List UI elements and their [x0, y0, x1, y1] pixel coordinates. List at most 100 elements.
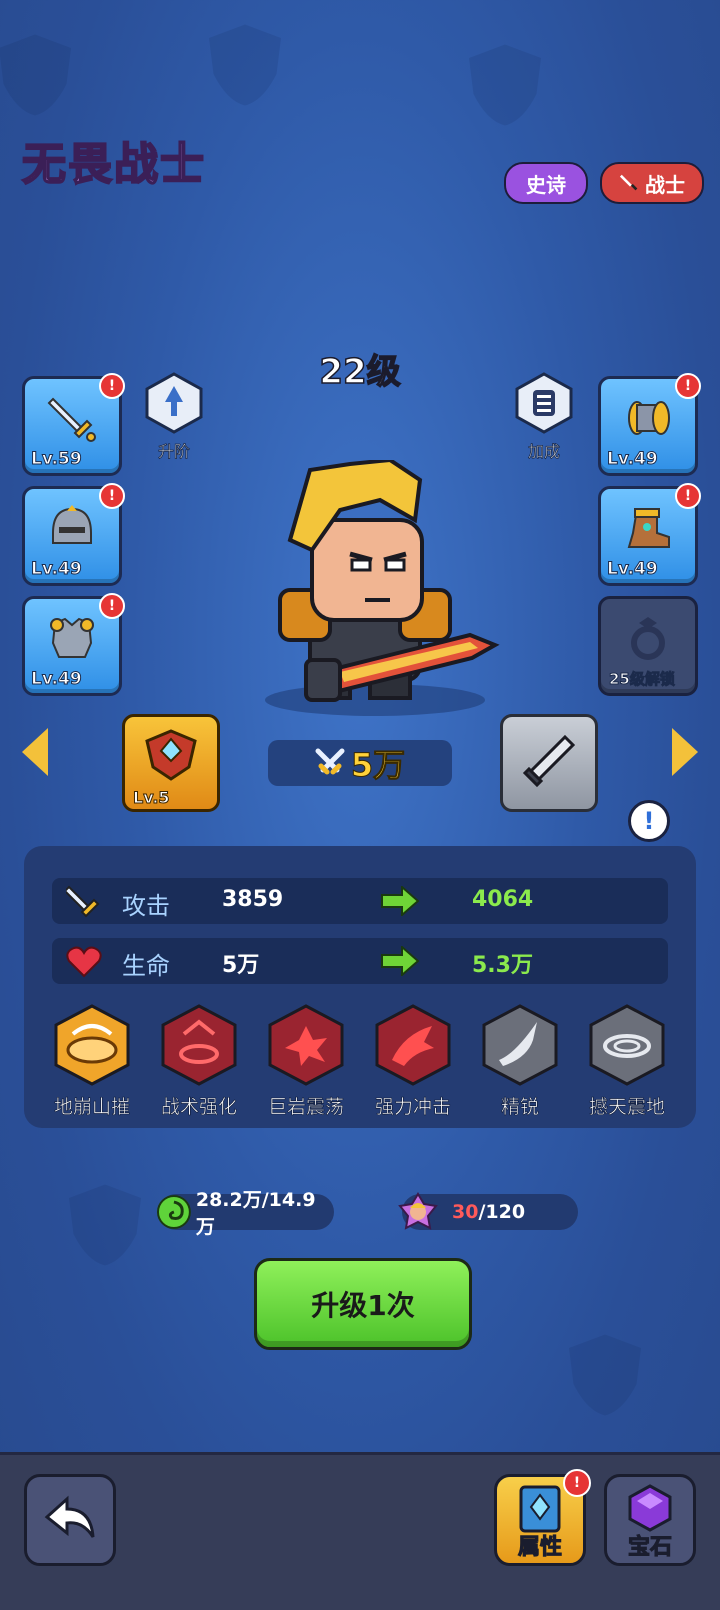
equip-slot-ring-locked[interactable]: 25级解锁 [598, 596, 698, 696]
skill-name: 撼天震地 [588, 1096, 666, 1119]
skill-item[interactable]: 地崩山摧 [50, 1004, 134, 1119]
bonus-label: 加成 [527, 442, 561, 462]
emblem-level: Lv.5 [133, 788, 171, 808]
ascend-icon [145, 372, 203, 434]
skill-item[interactable]: 精锐 [478, 1004, 562, 1119]
sword-icon [47, 397, 96, 442]
helmet-icon [52, 505, 92, 544]
equip-level: Lv.49 [31, 559, 83, 580]
arrow-right-icon [381, 886, 420, 916]
ring-lock-icon [631, 617, 665, 660]
upgrade-button-label: 升级1次 [311, 1289, 415, 1322]
equip-slot-bracer[interactable]: Lv.49 ! [598, 373, 701, 476]
stat-name: 攻击 [122, 892, 170, 920]
prev-hero-arrow[interactable] [22, 728, 48, 776]
sword-icon [66, 885, 100, 918]
skill-tactics-icon [161, 1004, 237, 1086]
ascend-button[interactable]: 升阶 [134, 372, 214, 462]
exp-orb-icon [156, 1195, 191, 1229]
back-button[interactable] [24, 1474, 116, 1566]
power-display: 5万 [268, 740, 452, 786]
alert-badge: ! [99, 593, 125, 619]
shard-current: 30 [452, 1201, 479, 1223]
sword-icon [619, 174, 638, 191]
stat-next: 4064 [472, 887, 534, 912]
stat-next: 5.3万 [472, 953, 533, 978]
rarity-badge-label: 史诗 [526, 172, 566, 197]
gem-icon [628, 1484, 672, 1532]
bracer-icon [628, 401, 670, 435]
shield-pattern-icon [569, 1334, 641, 1416]
skill-rock-shock-icon [268, 1004, 344, 1086]
equip-level: Lv.49 [31, 669, 83, 690]
emblem-icon [145, 729, 197, 781]
alert-badge: ! [99, 373, 125, 399]
skill-name: 地崩山摧 [53, 1096, 131, 1119]
skill-name: 精锐 [500, 1096, 540, 1119]
hero-shard-icon [398, 1192, 438, 1230]
skill-power-strike-icon [375, 1004, 451, 1086]
exp-resource: 28.2万/14.9万 [156, 1189, 334, 1238]
rarity-badge: 史诗 [504, 162, 588, 204]
stat-row-attack: 攻击 3859 4064 [52, 878, 668, 924]
unlock-requirement: 25级解锁 [609, 670, 676, 689]
equip-slot-armor[interactable]: Lv.49 ! [22, 593, 125, 696]
heart-icon [66, 946, 102, 978]
power-value: 5万 [350, 746, 406, 785]
book-icon [519, 1485, 561, 1533]
skill-name: 战术强化 [160, 1096, 238, 1119]
skill-name: 巨岩震荡 [267, 1096, 345, 1119]
hero-name: 无畏战士 [21, 138, 206, 191]
equip-level: Lv.49 [607, 559, 659, 580]
gems-button[interactable]: 宝石 [604, 1474, 696, 1566]
class-badge: 战士 [600, 162, 704, 204]
skill-item[interactable]: 战术强化 [157, 1004, 241, 1119]
shard-total: /120 [478, 1201, 526, 1223]
stat-current: 3859 [222, 887, 284, 912]
upgrade-button[interactable]: 升级1次 [254, 1258, 472, 1350]
exp-value: 28.2万/14.9万 [195, 1189, 316, 1238]
list-icon [515, 372, 573, 434]
stat-name: 生命 [122, 952, 170, 980]
skill-quake-icon [589, 1004, 665, 1086]
shield-pattern-icon [469, 44, 541, 126]
skill-elite-icon [482, 1004, 558, 1086]
skill-item[interactable]: 巨岩震荡 [264, 1004, 348, 1119]
shield-pattern-icon [0, 34, 71, 116]
equip-slot-helmet[interactable]: Lv.49 ! [22, 483, 125, 586]
shield-pattern-icon [69, 1184, 141, 1266]
equip-level: Lv.59 [31, 449, 83, 470]
back-arrow-icon [44, 1495, 95, 1538]
boots-icon [627, 508, 670, 548]
dagger-icon [522, 734, 576, 788]
skill-item[interactable]: 撼天震地 [585, 1004, 669, 1119]
alert-badge: ! [99, 483, 125, 509]
skill-earthquake-icon [54, 1004, 130, 1086]
shard-resource: 30 /120 [398, 1192, 578, 1230]
class-badge-label: 战士 [645, 172, 685, 197]
skill-name: 强力冲击 [374, 1096, 452, 1119]
shield-pattern-icon [209, 24, 281, 106]
attributes-button[interactable]: 属性 ! [494, 1469, 591, 1566]
alert-badge: ! [675, 373, 701, 399]
alert-badge: ! [675, 483, 701, 509]
next-hero-arrow[interactable] [672, 728, 698, 776]
bonus-button[interactable]: 加成 [504, 372, 584, 462]
stat-current: 5万 [222, 953, 260, 978]
ascend-label: 升阶 [157, 442, 191, 462]
weapon-item[interactable] [500, 714, 598, 812]
equip-slot-weapon[interactable]: Lv.59 ! [22, 373, 125, 476]
armor-icon [50, 617, 94, 658]
attributes-label: 属性 [517, 1535, 562, 1561]
equip-slot-boots[interactable]: Lv.49 ! [598, 483, 701, 586]
gems-label: 宝石 [627, 1535, 672, 1561]
crossed-swords-icon [315, 748, 345, 775]
info-button[interactable]: ! [628, 800, 670, 842]
emblem-item[interactable]: Lv.5 [122, 714, 220, 812]
arrow-right-icon [381, 946, 420, 976]
skill-item[interactable]: 强力冲击 [371, 1004, 455, 1119]
alert-badge: ! [563, 1469, 591, 1497]
stat-row-health: 生命 5万 5.3万 [52, 938, 668, 984]
hero-character [265, 460, 500, 716]
equip-level: Lv.49 [607, 449, 659, 470]
